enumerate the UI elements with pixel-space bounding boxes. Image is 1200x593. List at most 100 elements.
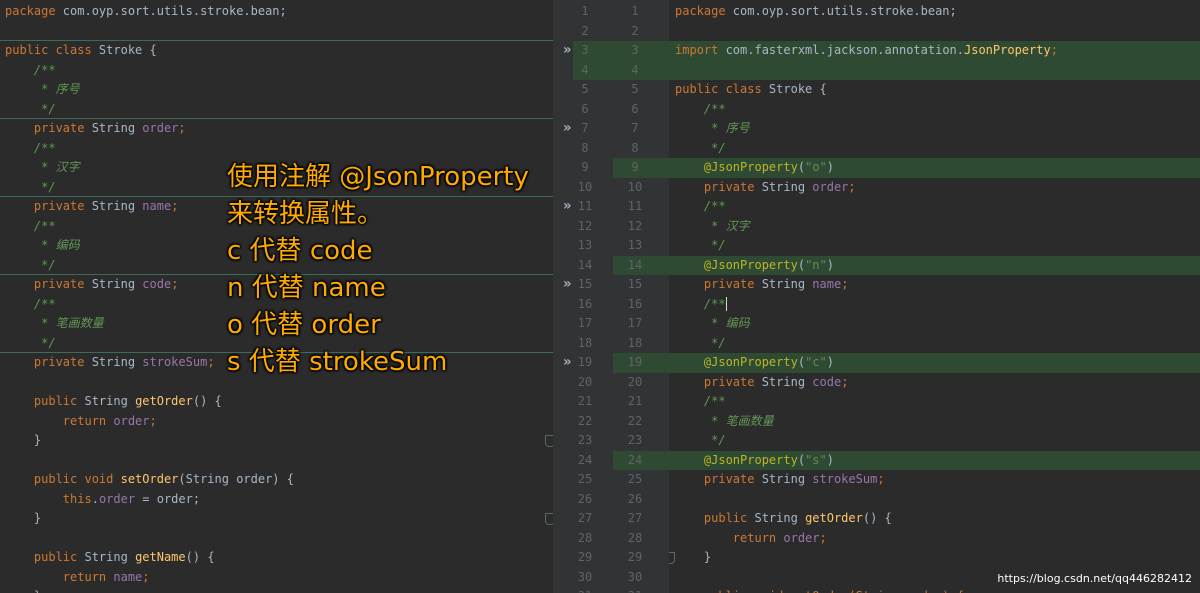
code-token: /** xyxy=(5,218,56,233)
right-line-number: 6 xyxy=(631,101,639,116)
code-token: name xyxy=(812,277,842,291)
code-token: /** xyxy=(675,101,726,116)
fold-marker-icon[interactable] xyxy=(545,435,553,447)
right-line-number: 5 xyxy=(631,82,639,96)
code-token: ) xyxy=(826,452,834,467)
fold-marker-icon[interactable] xyxy=(669,552,675,564)
code-token: /** xyxy=(5,140,56,155)
code-token: */ xyxy=(675,140,726,155)
right-code-line: @JsonProperty("s") xyxy=(675,451,834,471)
left-code-line: /** xyxy=(5,139,56,159)
code-token: private xyxy=(5,121,92,135)
code-token: String xyxy=(761,277,813,291)
left-code-line: return order; xyxy=(5,412,157,432)
left-code-line: */ xyxy=(5,178,55,198)
apply-change-arrow-icon[interactable]: » xyxy=(563,197,571,217)
right-code-line: private String strokeSum; xyxy=(675,470,885,490)
code-token: String xyxy=(761,374,813,389)
code-token: this xyxy=(5,491,92,506)
apply-change-arrow-icon[interactable]: » xyxy=(563,275,571,295)
code-token: return xyxy=(5,569,114,584)
right-code-line: public String getOrder() { xyxy=(675,509,892,529)
code-token: ; xyxy=(1050,43,1058,57)
right-code-line: @JsonProperty("n") xyxy=(675,256,834,276)
left-line-number: 5 xyxy=(581,82,589,96)
code-token: /** xyxy=(5,296,56,311)
right-code-line: return order; xyxy=(675,529,827,549)
code-token: String xyxy=(754,511,806,525)
code-token: ; xyxy=(841,277,849,291)
right-code-line: private String order; xyxy=(675,178,856,198)
right-code-line: */ xyxy=(675,236,725,256)
apply-change-arrow-icon[interactable]: » xyxy=(563,41,571,61)
code-token: ; xyxy=(848,179,856,194)
code-token: name xyxy=(113,569,143,584)
code-token: = order; xyxy=(135,491,201,506)
code-token: getOrder xyxy=(135,394,193,408)
code-token: */ xyxy=(5,335,56,350)
code-token: "o" xyxy=(805,160,827,174)
code-token: @JsonProperty xyxy=(675,452,798,467)
code-token: /** xyxy=(675,296,726,311)
right-line-number: 1 xyxy=(631,4,639,18)
left-code-line: private String name; xyxy=(5,197,179,217)
left-line-number: 17 xyxy=(577,316,593,330)
left-code-line: /** xyxy=(5,295,56,315)
right-line-number: 12 xyxy=(627,218,643,233)
left-line-number: 18 xyxy=(577,335,593,350)
right-code-line: } xyxy=(675,548,711,568)
fold-marker-icon[interactable] xyxy=(545,513,553,525)
code-token: com.fasterxml.jackson.annotation. xyxy=(725,43,964,57)
left-line-number: 10 xyxy=(577,179,593,194)
code-token: ( xyxy=(797,452,806,467)
code-token: ; xyxy=(207,355,215,369)
right-line-number: 13 xyxy=(627,238,643,252)
right-code-line: @JsonProperty("c") xyxy=(675,353,834,373)
apply-change-arrow-icon[interactable]: » xyxy=(563,119,571,139)
left-code-line: private String strokeSum; xyxy=(5,353,215,373)
left-line-number: 27 xyxy=(577,511,593,525)
code-token: com.oyp.sort.utils.stroke.bean; xyxy=(62,4,287,18)
left-code-line: } xyxy=(5,431,41,451)
right-line-number: 16 xyxy=(627,296,643,311)
left-code-line: private String order; xyxy=(5,119,186,139)
code-token: return xyxy=(675,530,784,545)
annotation-line-3: c 代替 code xyxy=(227,236,373,266)
right-code-line: /** xyxy=(675,100,726,120)
code-token: ; xyxy=(877,472,885,486)
code-token: /** xyxy=(675,199,726,213)
left-code-line: } xyxy=(5,587,41,593)
code-token: () { xyxy=(192,394,222,408)
left-line-number: 16 xyxy=(577,296,593,311)
code-token: order xyxy=(812,179,849,194)
left-code-line: public class Stroke { xyxy=(5,41,157,61)
left-code-line: } xyxy=(5,509,41,529)
code-token: private xyxy=(675,472,762,486)
right-code-line: * 笔画数量 xyxy=(675,412,773,432)
code-token: private xyxy=(5,199,92,213)
left-line-number: 29 xyxy=(577,550,593,564)
code-token: public xyxy=(675,511,755,525)
code-token: ; xyxy=(171,277,179,291)
left-line-number: 1 xyxy=(581,4,589,18)
annotation-line-2: 来转换属性。 xyxy=(227,199,384,229)
left-code-line: /** xyxy=(5,61,56,81)
left-code-line: package com.oyp.sort.utils.stroke.bean; xyxy=(5,2,287,22)
right-line-number: 31 xyxy=(615,587,655,593)
right-editor-pane[interactable]: package com.oyp.sort.utils.stroke.bean; i… xyxy=(669,0,1200,593)
right-code-line: import com.fasterxml.jackson.annotation.… xyxy=(675,41,1058,61)
left-line-number: 31 xyxy=(565,587,605,593)
code-token: String xyxy=(91,121,143,135)
text-cursor xyxy=(725,297,727,311)
left-code-line: */ xyxy=(5,100,56,120)
code-token: */ xyxy=(5,101,56,116)
left-line-number: 6 xyxy=(581,101,589,116)
code-token: */ xyxy=(675,433,726,447)
code-token: ) xyxy=(826,257,834,272)
apply-change-arrow-icon[interactable]: » xyxy=(563,353,571,373)
code-token: ; xyxy=(819,530,827,545)
right-code-line: package com.oyp.sort.utils.stroke.bean; xyxy=(675,2,957,22)
code-token: * 序号 xyxy=(5,82,80,96)
right-line-number: 21 xyxy=(627,394,643,408)
code-token: public class xyxy=(5,43,99,57)
